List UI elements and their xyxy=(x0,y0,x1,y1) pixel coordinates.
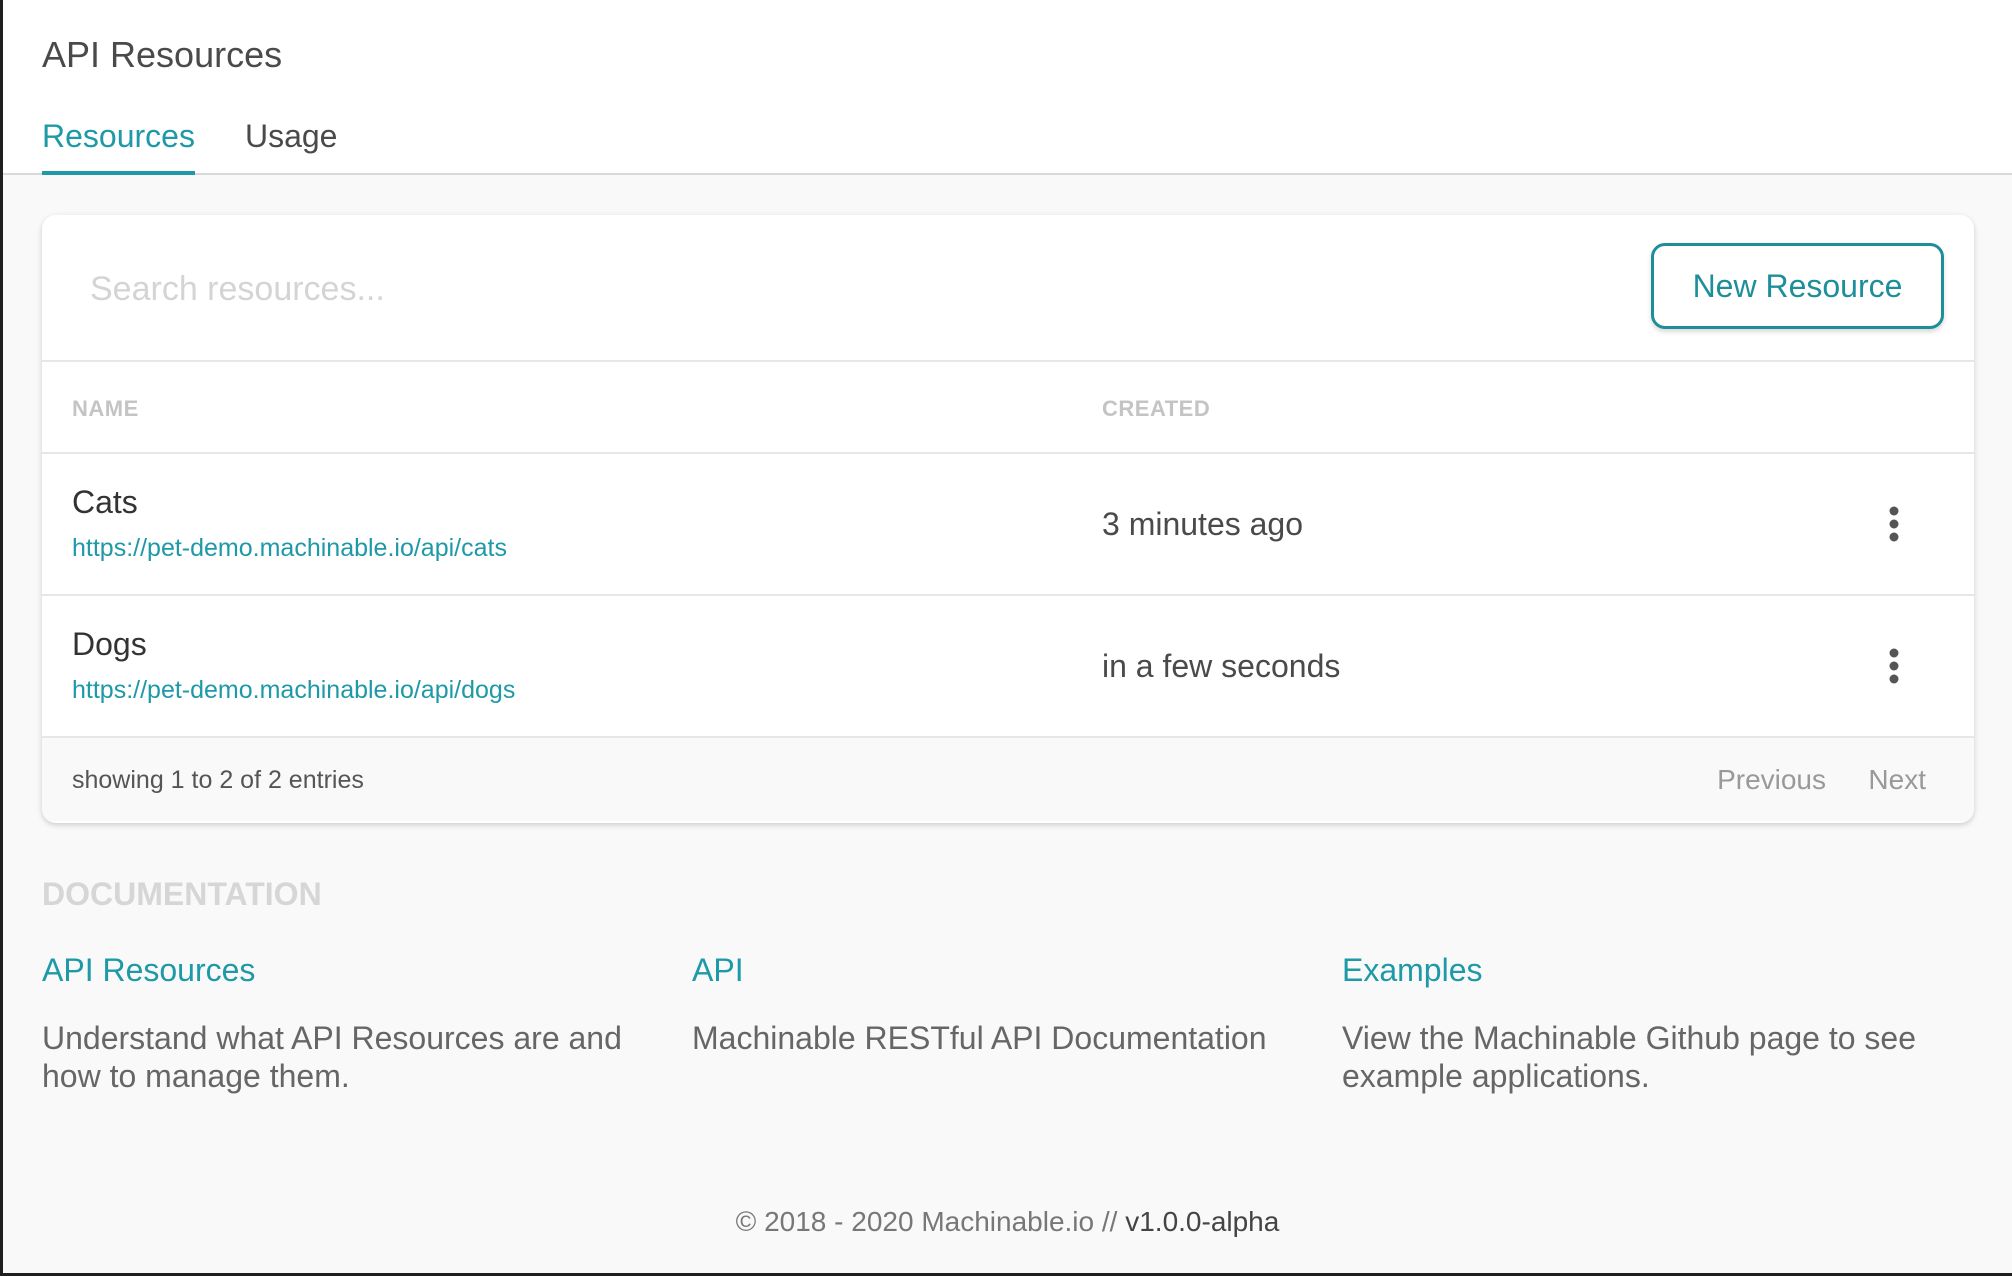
doc-link-api[interactable]: API xyxy=(692,952,1292,989)
doc-item-api: API Machinable RESTful API Documentation xyxy=(692,952,1292,1057)
column-header-name: NAME xyxy=(72,396,139,421)
table-footer: showing 1 to 2 of 2 entries Previous Nex… xyxy=(42,738,1974,821)
resource-created: in a few seconds xyxy=(1102,648,1341,684)
more-vertical-icon[interactable] xyxy=(1874,504,1914,544)
copyright-text: © 2018 - 2020 Machinable.io // xyxy=(735,1206,1126,1237)
more-vertical-icon[interactable] xyxy=(1874,646,1914,686)
resource-url-link[interactable]: https://pet-demo.machinable.io/api/cats xyxy=(72,534,507,563)
doc-link-examples[interactable]: Examples xyxy=(1342,952,1942,989)
page: API Resources Resources Usage New Resour… xyxy=(3,0,2012,1273)
resources-toolbar: New Resource xyxy=(42,215,1974,362)
resource-url-link[interactable]: https://pet-demo.machinable.io/api/dogs xyxy=(72,676,515,705)
doc-description: Understand what API Resources are and ho… xyxy=(42,1020,622,1094)
page-title: API Resources xyxy=(42,34,283,75)
tab-usage[interactable]: Usage xyxy=(245,110,338,175)
doc-description: Machinable RESTful API Documentation xyxy=(692,1020,1267,1056)
table-row[interactable]: Cats https://pet-demo.machinable.io/api/… xyxy=(42,454,1974,596)
version-text: v1.0.0-alpha xyxy=(1125,1206,1280,1237)
page-footer: © 2018 - 2020 Machinable.io // v1.0.0-al… xyxy=(3,1206,2012,1238)
next-page-button[interactable]: Next xyxy=(1868,764,1926,796)
table-header: NAME CREATED xyxy=(42,362,1974,454)
doc-link-api-resources[interactable]: API Resources xyxy=(42,952,642,989)
doc-item-api-resources: API Resources Understand what API Resour… xyxy=(42,952,642,1095)
entries-count: showing 1 to 2 of 2 entries xyxy=(72,766,364,794)
tab-resources[interactable]: Resources xyxy=(42,110,195,175)
resources-card: New Resource NAME CREATED Cats https://p… xyxy=(42,215,1974,823)
page-header: API Resources Resources Usage xyxy=(3,0,2012,175)
resource-created: 3 minutes ago xyxy=(1102,506,1304,542)
search-input[interactable] xyxy=(90,259,1190,319)
resource-name[interactable]: Dogs xyxy=(72,626,147,663)
table-row[interactable]: Dogs https://pet-demo.machinable.io/api/… xyxy=(42,596,1974,738)
doc-item-examples: Examples View the Machinable Github page… xyxy=(1342,952,1942,1095)
column-header-created: CREATED xyxy=(1102,396,1211,421)
doc-description: View the Machinable Github page to see e… xyxy=(1342,1020,1917,1094)
tab-bar: Resources Usage xyxy=(42,110,387,175)
documentation-heading: DOCUMENTATION xyxy=(42,876,322,912)
previous-page-button[interactable]: Previous xyxy=(1717,764,1826,796)
resource-name[interactable]: Cats xyxy=(72,484,138,521)
new-resource-button[interactable]: New Resource xyxy=(1651,243,1944,329)
